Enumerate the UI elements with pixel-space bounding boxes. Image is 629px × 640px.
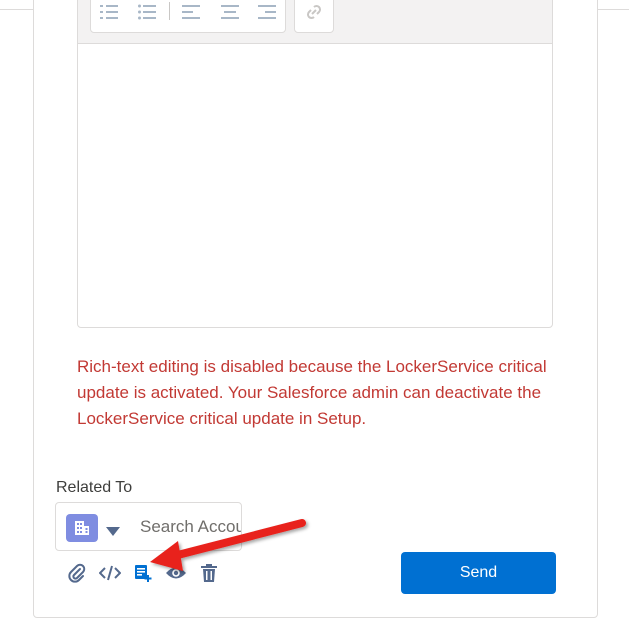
rich-text-editor <box>77 0 553 328</box>
toolbar-group-link <box>294 0 334 33</box>
insert-merge-field-button[interactable] <box>99 562 121 584</box>
editor-body[interactable] <box>78 44 552 328</box>
paperclip-icon <box>68 563 86 583</box>
link-icon <box>306 4 322 20</box>
trash-icon <box>201 564 217 582</box>
delete-draft-button[interactable] <box>198 562 220 584</box>
align-center-button[interactable] <box>218 2 242 22</box>
caret-down-icon <box>106 527 120 536</box>
bulleted-list-button[interactable] <box>135 2 159 22</box>
bulleted-list-icon <box>138 4 156 20</box>
account-icon[interactable] <box>66 514 98 542</box>
editor-toolbar <box>78 0 552 44</box>
eye-icon <box>166 567 186 579</box>
attach-file-button[interactable] <box>66 562 88 584</box>
toolbar-group-lists-align <box>90 0 286 33</box>
related-to-label: Related To <box>56 479 133 496</box>
send-button[interactable]: Send <box>401 552 556 594</box>
code-icon <box>99 565 121 581</box>
preview-button[interactable] <box>165 562 187 584</box>
search-accounts-input[interactable]: Search Accounts... <box>140 517 241 537</box>
rich-text-disabled-error: Rich-text editing is disabled because th… <box>77 357 547 428</box>
object-type-dropdown[interactable] <box>106 523 120 541</box>
align-center-icon <box>221 5 239 19</box>
align-right-icon <box>258 5 276 19</box>
align-right-button[interactable] <box>255 2 279 22</box>
insert-link-button[interactable] <box>302 2 326 22</box>
numbered-list-icon <box>100 5 118 19</box>
building-icon <box>75 521 89 535</box>
insert-template-icon <box>135 565 152 582</box>
insert-template-button[interactable] <box>132 562 154 584</box>
related-to-lookup[interactable]: Search Accounts... <box>55 502 242 551</box>
numbered-list-button[interactable] <box>97 2 121 22</box>
align-left-icon <box>182 5 200 19</box>
align-left-button[interactable] <box>179 2 203 22</box>
toolbar-separator <box>169 2 170 20</box>
